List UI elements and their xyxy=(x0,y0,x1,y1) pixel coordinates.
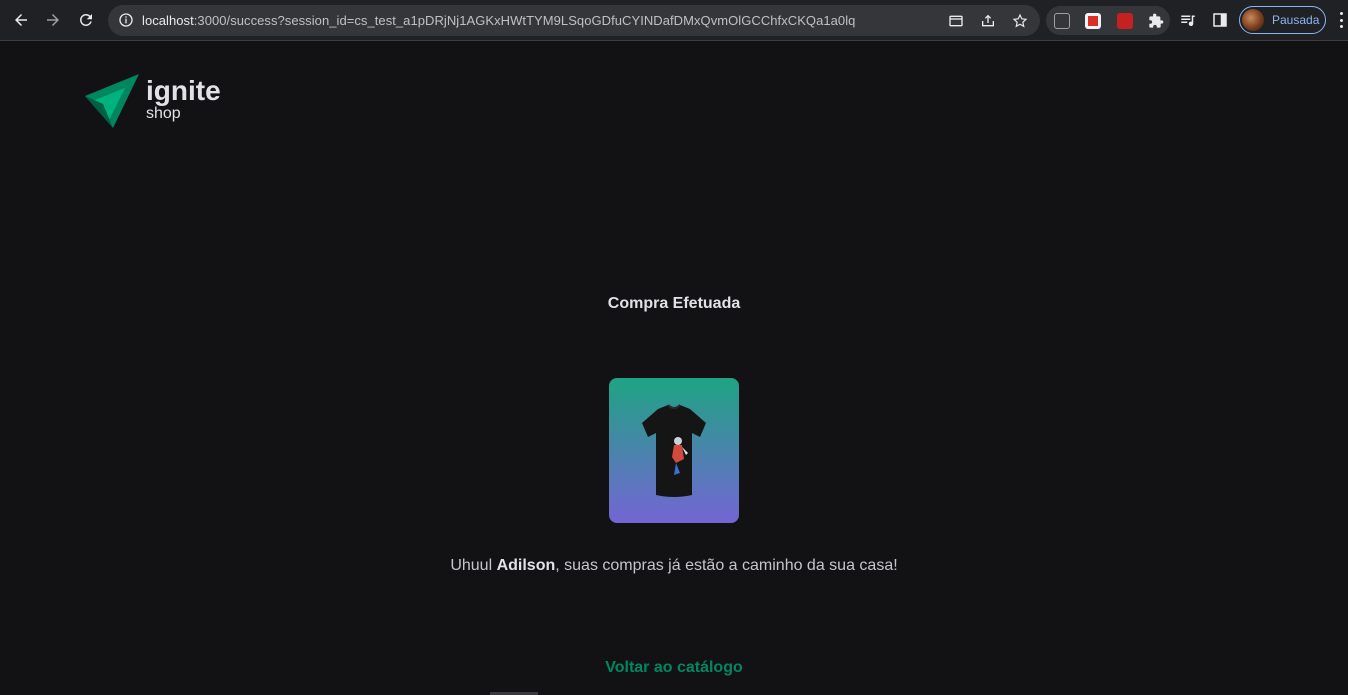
extensions-group xyxy=(1046,6,1170,35)
install-app-button[interactable] xyxy=(946,11,966,31)
address-bar[interactable]: localhost:3000/success?session_id=cs_tes… xyxy=(108,5,1040,36)
back-button[interactable] xyxy=(9,8,33,32)
reload-icon xyxy=(79,13,92,26)
star-icon xyxy=(1012,13,1028,28)
profile-button[interactable]: Pausada xyxy=(1239,6,1326,34)
extension-icon-3[interactable] xyxy=(1117,13,1133,29)
share-button[interactable] xyxy=(978,11,998,31)
url-host: localhost xyxy=(142,13,194,28)
menu-dot-icon xyxy=(1339,12,1343,15)
reload-button[interactable] xyxy=(74,8,98,32)
menu-dot-icon xyxy=(1339,18,1343,22)
avatar xyxy=(1242,9,1264,31)
browser-toolbar: localhost:3000/success?session_id=cs_tes… xyxy=(0,0,1348,41)
forward-button[interactable] xyxy=(41,8,65,32)
extensions-button[interactable] xyxy=(1148,13,1164,29)
arrow-right-icon xyxy=(47,14,59,26)
app-window-icon xyxy=(949,15,963,27)
info-icon[interactable] xyxy=(118,12,134,28)
url-path: :3000/success?session_id=cs_test_a1pDRjN… xyxy=(193,13,856,28)
tshirt-image xyxy=(642,403,706,497)
page-body: ignite shop Compra Efetuada Uhuul Adilso… xyxy=(0,42,1348,695)
side-panel-button[interactable] xyxy=(1211,11,1229,29)
arrow-left-icon xyxy=(15,14,27,26)
product-image xyxy=(609,378,739,523)
customer-name: Adilson xyxy=(496,557,556,574)
extension-icon-2[interactable] xyxy=(1085,13,1101,29)
bookmark-button[interactable] xyxy=(1010,11,1030,31)
message-prefix: Uhuul xyxy=(450,557,497,574)
media-controls-button[interactable] xyxy=(1179,11,1197,29)
logo-text: ignite shop xyxy=(146,75,221,123)
ignite-shop-logo[interactable]: ignite shop xyxy=(85,74,221,128)
pdf-extension-icon xyxy=(1088,16,1098,26)
logo-triangle-icon xyxy=(85,74,139,128)
side-panel-icon xyxy=(1213,13,1227,27)
logo-subtitle: shop xyxy=(146,105,181,122)
puzzle-icon xyxy=(1149,13,1164,28)
back-to-catalog-link[interactable]: Voltar ao catálogo xyxy=(0,659,1348,677)
browser-menu-button[interactable] xyxy=(1338,12,1344,28)
url-text[interactable]: localhost:3000/success?session_id=cs_tes… xyxy=(142,13,855,28)
logo-title: ignite xyxy=(146,75,221,106)
playlist-icon xyxy=(1181,15,1195,27)
success-message: Uhuul Adilson, suas compras já estão a c… xyxy=(0,557,1348,575)
menu-dot-icon xyxy=(1339,25,1343,28)
share-icon xyxy=(982,14,994,27)
message-suffix: , suas compras já estão a caminho da sua… xyxy=(555,557,898,574)
extension-icon-1[interactable] xyxy=(1054,13,1070,29)
profile-status-label: Pausada xyxy=(1272,13,1320,27)
page-title: Compra Efetuada xyxy=(607,295,741,312)
